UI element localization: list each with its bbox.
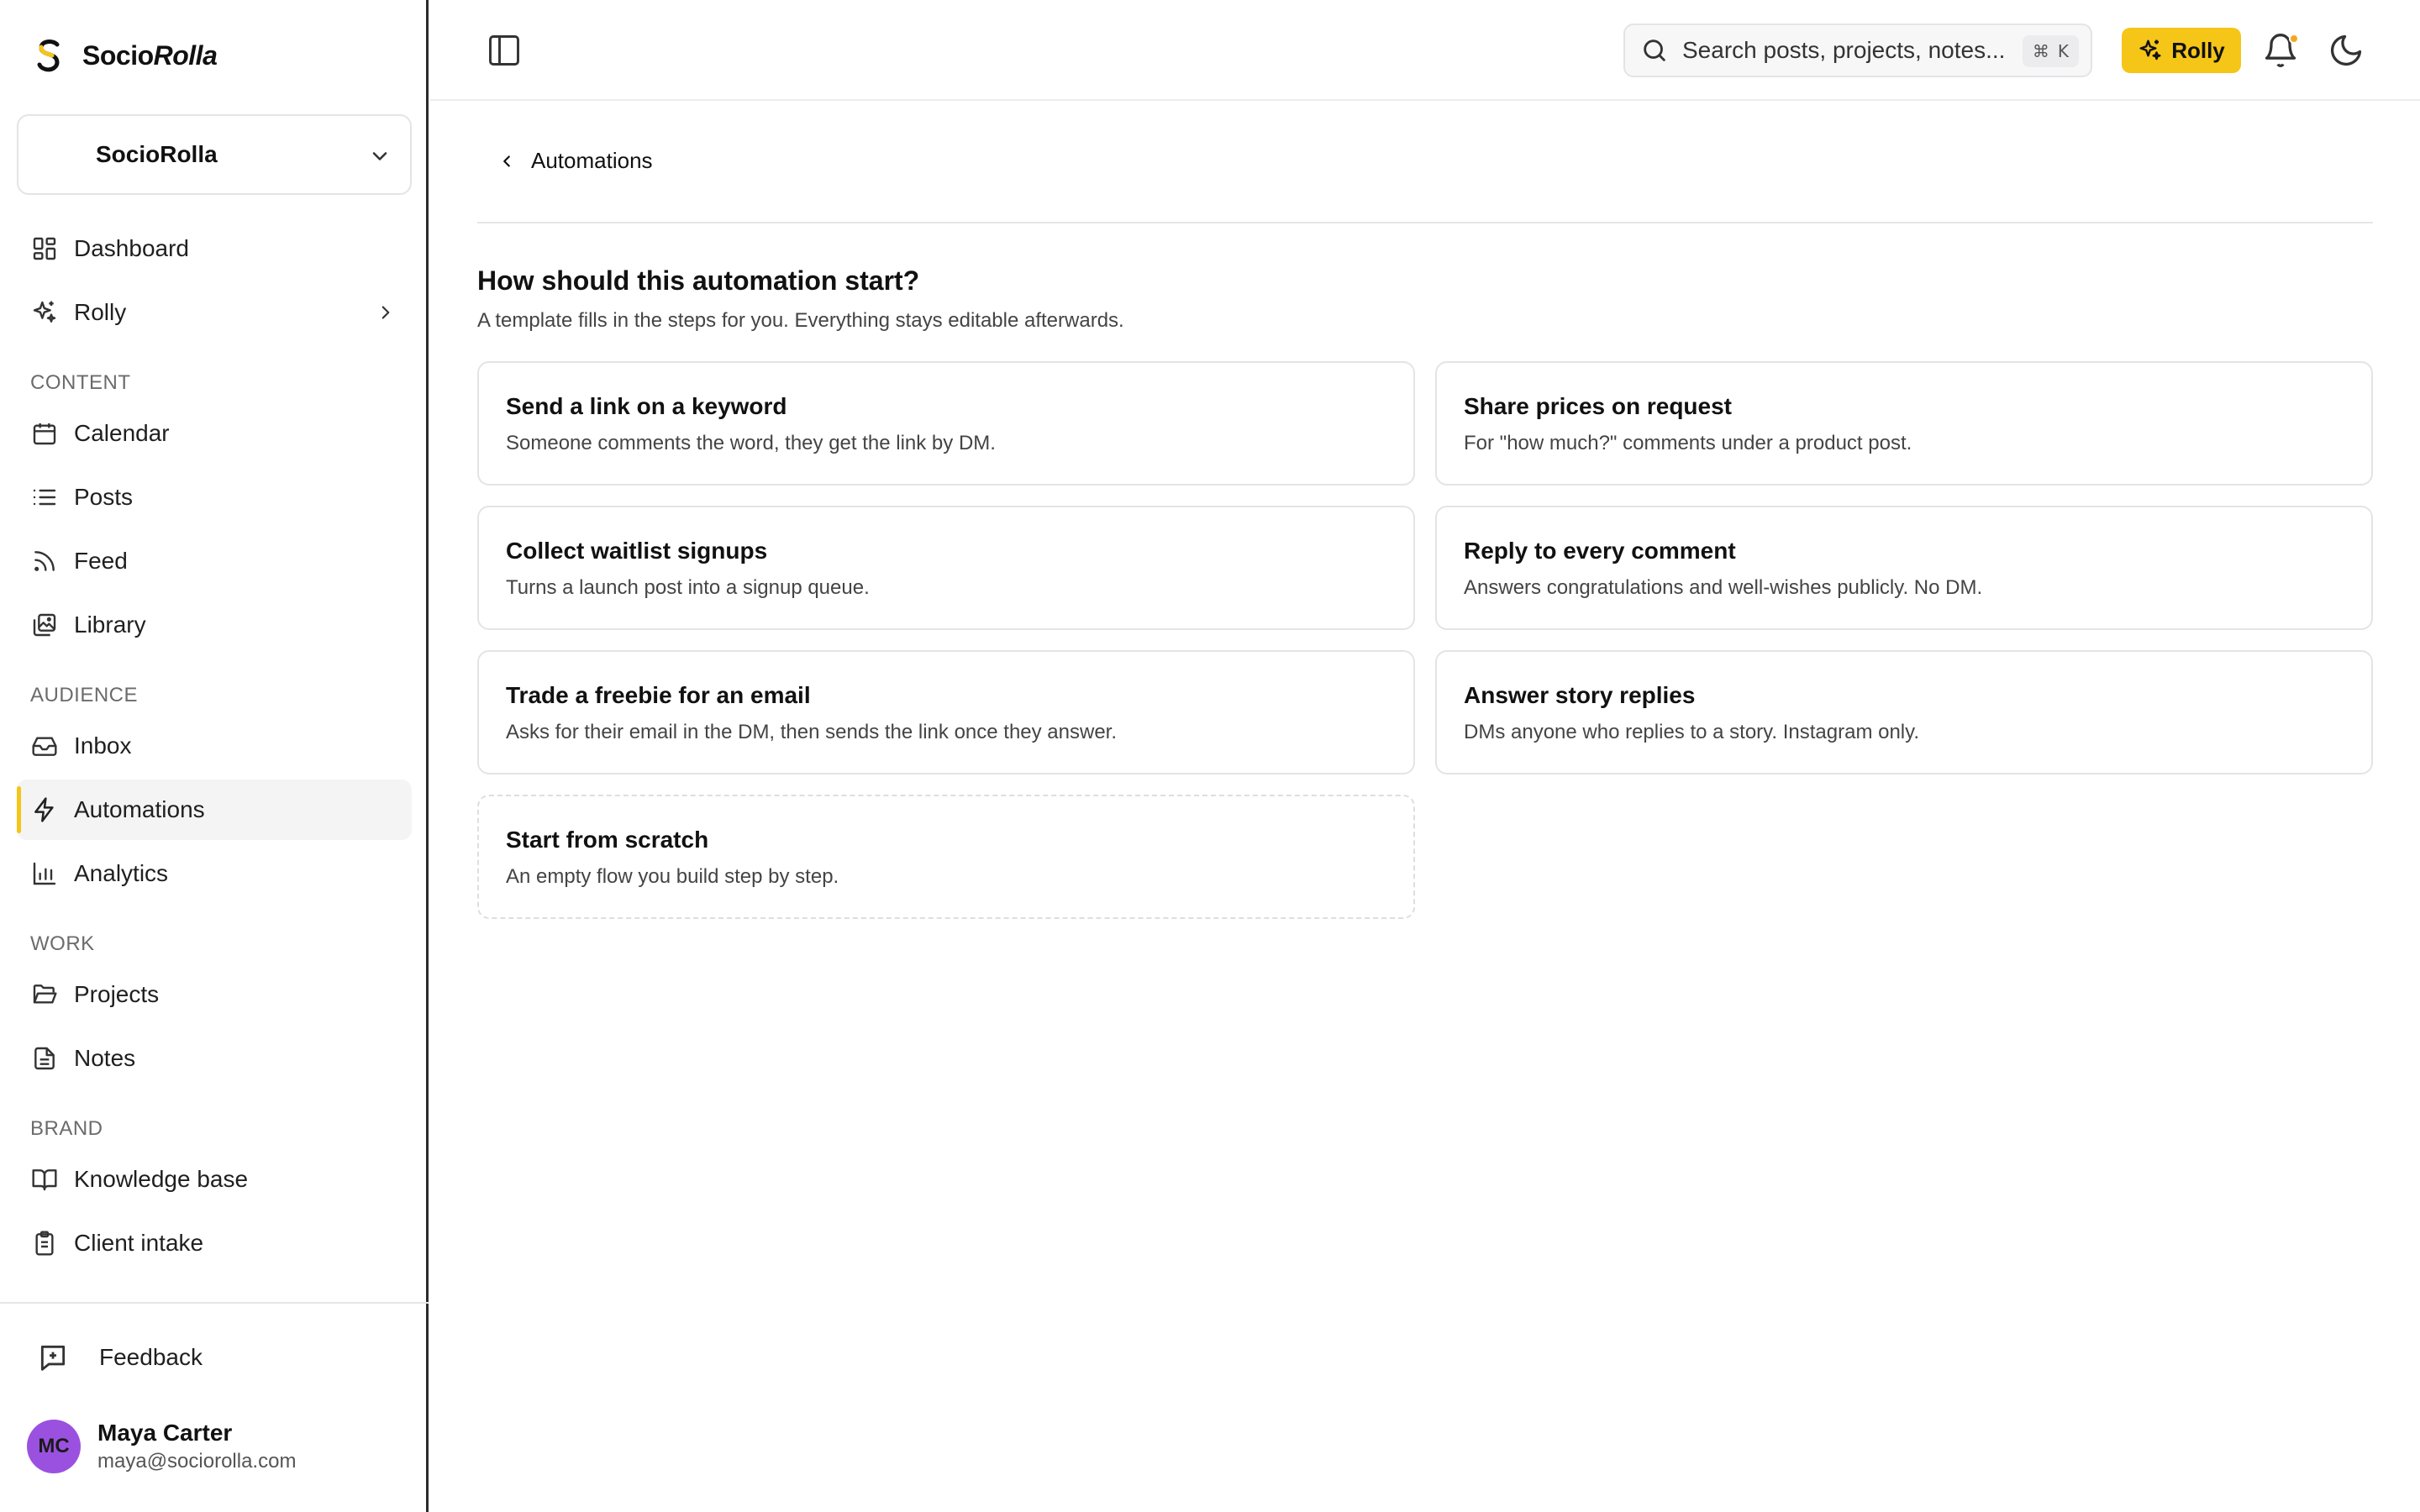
search-placeholder: Search posts, projects, notes... [1682, 37, 2006, 63]
sidebar-item-notes[interactable]: Notes [17, 1028, 412, 1089]
bar-chart-icon [30, 859, 59, 888]
sidebar-item-label: Calendar [74, 420, 170, 446]
sidebar-item-projects[interactable]: Projects [17, 964, 412, 1025]
sidebar-divider [0, 1302, 429, 1304]
sidebar-item-dashboard[interactable]: Dashboard [17, 218, 412, 279]
dashboard-icon [30, 234, 59, 263]
list-icon [30, 483, 59, 512]
section-label-brand: BRAND [30, 1117, 103, 1140]
sidebar-item-label: Projects [74, 981, 160, 1007]
template-card[interactable]: Collect waitlist signups Turns a launch … [477, 506, 1415, 630]
sidebar: SocioRolla SocioRolla Dashboard Rolly CO… [0, 0, 429, 1512]
sidebar-item-label: Inbox [74, 732, 132, 759]
rolly-button-label: Rolly [2171, 37, 2225, 63]
sidebar-item-inbox[interactable]: Inbox [17, 716, 412, 776]
sidebar-item-label: Posts [74, 484, 134, 510]
page-subtitle: A template fills in the steps for you. E… [477, 309, 1124, 332]
template-description: Someone comments the word, they get the … [506, 432, 996, 454]
template-description: Asks for their email in the DM, then sen… [506, 721, 1118, 743]
template-title: Collect waitlist signups [506, 538, 768, 564]
sociorolla-logo-icon [37, 39, 60, 72]
section-label-audience: AUDIENCE [30, 684, 139, 706]
start-from-scratch-card[interactable]: Start from scratch An empty flow you bui… [477, 795, 1415, 919]
images-icon [30, 611, 59, 639]
sidebar-item-label: Library [74, 612, 146, 638]
rolly-button[interactable]: Rolly [2122, 28, 2241, 73]
template-title: Answer story replies [1464, 682, 1696, 708]
avatar: MC [27, 1420, 81, 1473]
sidebar-item-posts[interactable]: Posts [17, 467, 412, 528]
content-divider [477, 222, 2373, 223]
sidebar-toggle-icon[interactable] [486, 32, 523, 69]
search-icon [1644, 39, 1665, 61]
back-link[interactable]: Automations [497, 148, 653, 174]
inbox-icon [30, 732, 59, 760]
rss-icon [30, 547, 59, 575]
sidebar-item-automations[interactable]: Automations [17, 780, 412, 840]
template-title: Trade a freebie for an email [506, 682, 811, 708]
template-card[interactable]: Reply to every comment Answers congratul… [1435, 506, 2373, 630]
main-content: Search posts, projects, notes... ⌘ K Roll… [430, 0, 2420, 1512]
template-card[interactable]: Trade a freebie for an email Asks for th… [477, 650, 1415, 774]
template-title: Send a link on a keyword [506, 393, 787, 419]
template-title: Start from scratch [506, 827, 709, 853]
chevron-right-icon [381, 306, 390, 319]
notification-dot [2289, 34, 2299, 44]
book-open-icon [30, 1165, 59, 1194]
sidebar-item-label: Knowledge base [74, 1166, 249, 1192]
template-title: Share prices on request [1464, 393, 1733, 419]
sidebar-item-knowledge-base[interactable]: Knowledge base [17, 1149, 412, 1210]
template-card[interactable]: Send a link on a keyword Someone comment… [477, 361, 1415, 486]
back-link-label: Automations [531, 148, 653, 173]
sidebar-item-label: Rolly [74, 299, 127, 325]
sparkles-icon [30, 298, 59, 327]
workspace-switcher[interactable]: SocioRolla [17, 114, 412, 195]
sidebar-item-analytics[interactable]: Analytics [17, 843, 412, 904]
page-title: How should this automation start? [477, 265, 920, 296]
sidebar-item-rolly[interactable]: Rolly [17, 282, 412, 343]
clipboard-icon [30, 1229, 59, 1257]
user-name: Maya Carter [97, 1420, 233, 1446]
lightning-icon [30, 795, 59, 824]
user-email: maya@sociorolla.com [97, 1450, 297, 1473]
workspace-name: SocioRolla [96, 141, 218, 167]
template-card[interactable]: Share prices on request For "how much?" … [1435, 361, 2373, 486]
sidebar-item-label: Client intake [74, 1230, 204, 1256]
template-description: An empty flow you build step by step. [506, 865, 839, 888]
message-plus-icon [40, 1345, 66, 1371]
file-text-icon [30, 1044, 59, 1073]
sidebar-item-label: Dashboard [74, 235, 189, 261]
user-profile[interactable]: MC Maya Carter maya@sociorolla.com [27, 1420, 296, 1473]
sidebar-item-label: Feed [74, 548, 128, 574]
sidebar-item-feed[interactable]: Feed [17, 531, 412, 591]
template-title: Reply to every comment [1464, 538, 1736, 564]
search-input[interactable]: Search posts, projects, notes... ⌘ K [1623, 24, 2092, 77]
keyboard-shortcut: ⌘ K [2022, 35, 2079, 67]
folder-open-icon [30, 980, 59, 1009]
sidebar-item-calendar[interactable]: Calendar [17, 403, 412, 464]
moon-icon[interactable] [2328, 32, 2365, 69]
brand-name: SocioRolla [82, 39, 218, 71]
sidebar-item-label: Analytics [74, 860, 169, 886]
chevron-left-icon [503, 155, 510, 167]
feedback-button[interactable]: Feedback [37, 1334, 203, 1381]
calendar-icon [30, 419, 59, 448]
sidebar-item-library[interactable]: Library [17, 595, 412, 655]
section-label-content: CONTENT [30, 371, 131, 394]
sidebar-item-client-intake[interactable]: Client intake [17, 1213, 412, 1273]
sparkles-icon [2139, 39, 2161, 60]
chevron-down-icon [372, 152, 387, 160]
sidebar-item-label: Automations [74, 796, 205, 822]
feedback-label: Feedback [99, 1344, 203, 1370]
brand[interactable]: SocioRolla [34, 37, 218, 74]
template-description: Answers congratulations and well-wishes … [1464, 576, 1983, 599]
template-description: Turns a launch post into a signup queue. [506, 576, 870, 599]
topbar: Search posts, projects, notes... ⌘ K Roll… [430, 0, 2420, 101]
template-description: For "how much?" comments under a product… [1464, 432, 1912, 454]
template-card[interactable]: Answer story replies DMs anyone who repl… [1435, 650, 2373, 774]
sidebar-item-label: Notes [74, 1045, 136, 1071]
section-label-work: WORK [30, 932, 95, 955]
template-description: DMs anyone who replies to a story. Insta… [1464, 721, 1920, 743]
